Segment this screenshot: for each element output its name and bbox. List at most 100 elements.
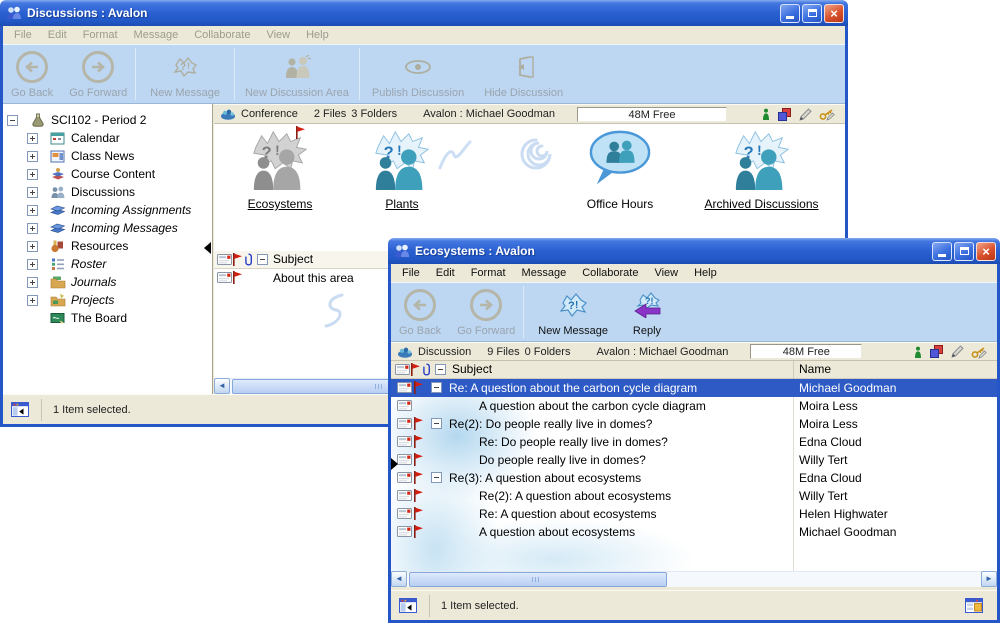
table-row[interactable]: Re(3): A question about ecosystems Edna … — [391, 469, 997, 487]
go-forward-button[interactable]: Go Forward — [449, 283, 523, 341]
presence-icon[interactable] — [913, 346, 923, 358]
inbox-books-icon — [50, 203, 66, 217]
expand-plus-box[interactable] — [27, 133, 38, 144]
expand-plus-box[interactable] — [27, 169, 38, 180]
expand-plus-box[interactable] — [27, 205, 38, 216]
minimize-icon — [938, 254, 946, 257]
scroll-track[interactable] — [407, 571, 981, 587]
go-back-button[interactable]: Go Back — [391, 283, 449, 341]
table-row[interactable]: Do people really live in domes? Willy Te… — [391, 451, 997, 469]
maximize-button[interactable] — [802, 4, 822, 23]
tree-item-resources[interactable]: Resources — [3, 237, 212, 255]
table-row[interactable]: Re: Do people really live in domes? Edna… — [391, 433, 997, 451]
expand-plus-box[interactable] — [27, 259, 38, 270]
grid-view-icon[interactable] — [965, 598, 983, 613]
table-row[interactable]: Re(2): Do people really live in domes? M… — [391, 415, 997, 433]
titlebar[interactable]: Discussions : Avalon × — [0, 0, 848, 26]
presence-icon[interactable] — [761, 108, 771, 120]
table-row[interactable]: A question about ecosystems Michael Good… — [391, 523, 997, 541]
hide-discussion-button[interactable]: Hide Discussion — [476, 45, 571, 103]
scroll-left-button[interactable]: ◄ — [391, 571, 407, 587]
pencil-icon[interactable] — [950, 345, 964, 358]
layers-icon[interactable] — [930, 345, 943, 358]
tree-item-the-board[interactable]: The Board — [3, 309, 212, 327]
new-message-button[interactable]: ?! New Message — [524, 283, 622, 341]
conference-item-ecosystems[interactable]: ?! Ecosystems — [232, 128, 328, 213]
menu-format[interactable]: Format — [464, 265, 513, 281]
expand-plus-box[interactable] — [27, 295, 38, 306]
status-bar: 1 Item selected. — [391, 590, 997, 620]
menu-edit[interactable]: Edit — [41, 27, 74, 43]
minimize-button[interactable] — [780, 4, 800, 23]
key-pencil-icon[interactable] — [971, 345, 987, 359]
table-row[interactable]: A question about the carbon cycle diagra… — [391, 397, 997, 415]
menu-view[interactable]: View — [647, 265, 685, 281]
collapse-minus-box[interactable] — [257, 254, 268, 265]
collapse-minus-box[interactable] — [7, 115, 18, 126]
expand-plus-box[interactable] — [27, 151, 38, 162]
publish-discussion-button[interactable]: Publish Discussion — [360, 45, 476, 103]
menu-help[interactable]: Help — [299, 27, 336, 43]
menu-collaborate[interactable]: Collaborate — [575, 265, 645, 281]
expand-plus-box[interactable] — [27, 187, 38, 198]
close-button[interactable]: × — [824, 4, 844, 23]
tree-item-roster[interactable]: Roster — [3, 255, 212, 273]
menu-format[interactable]: Format — [76, 27, 125, 43]
tree-item-journals[interactable]: Journals — [3, 273, 212, 291]
table-row[interactable]: Re: A question about the carbon cycle di… — [391, 379, 997, 397]
horizontal-scrollbar[interactable]: ◄ ► — [391, 571, 997, 587]
pencil-icon[interactable] — [798, 108, 812, 121]
tree-item-projects[interactable]: Projects — [3, 291, 212, 309]
layers-icon[interactable] — [778, 108, 791, 121]
split-view-icon[interactable] — [399, 598, 417, 613]
conference-item-office-hours[interactable]: Office Hours — [564, 128, 676, 213]
tree-item-class-news[interactable]: Class News — [3, 147, 212, 165]
column-divider[interactable] — [793, 361, 794, 378]
item-label: Plants — [385, 197, 418, 211]
titlebar[interactable]: Ecosystems : Avalon × — [388, 238, 1000, 264]
new-discussion-area-button[interactable]: New Discussion Area — [235, 45, 359, 103]
new-message-button[interactable]: ?! New Message — [136, 45, 234, 103]
scroll-right-button[interactable]: ► — [981, 571, 997, 587]
tree-item-incoming-messages[interactable]: Incoming Messages — [3, 219, 212, 237]
go-forward-button[interactable]: Go Forward — [61, 45, 135, 103]
split-view-icon[interactable] — [11, 402, 29, 417]
key-pencil-icon[interactable] — [819, 107, 835, 121]
tree-root-sci102[interactable]: SCI102 - Period 2 — [3, 111, 212, 129]
maximize-button[interactable] — [954, 242, 974, 261]
free-space: 48M Free — [577, 107, 727, 122]
table-row[interactable]: Re: A question about ecosystems Helen Hi… — [391, 505, 997, 523]
reply-button[interactable]: ?! Reply — [622, 283, 672, 341]
go-back-button[interactable]: Go Back — [3, 45, 61, 103]
tree-item-calendar[interactable]: Calendar — [3, 129, 212, 147]
menu-file[interactable]: File — [395, 265, 427, 281]
menu-view[interactable]: View — [259, 27, 297, 43]
collapse-minus-box[interactable] — [435, 364, 446, 375]
menu-message[interactable]: Message — [127, 27, 186, 43]
expand-plus-box[interactable] — [27, 223, 38, 234]
menu-help[interactable]: Help — [687, 265, 724, 281]
tree-item-discussions[interactable]: Discussions — [3, 183, 212, 201]
conference-item-archived-discussions[interactable]: ?! Archived Discussions — [679, 128, 844, 213]
close-button[interactable]: × — [976, 242, 996, 261]
discussion-icon — [397, 346, 413, 358]
table-row[interactable]: Re(2): A question about ecosystems Willy… — [391, 487, 997, 505]
minimize-button[interactable] — [932, 242, 952, 261]
expand-plus-box[interactable] — [27, 241, 38, 252]
tree-item-course-content[interactable]: Course Content — [3, 165, 212, 183]
table-header[interactable]: Subject Name — [391, 361, 997, 379]
thread-collapse-box[interactable] — [431, 382, 442, 393]
scroll-thumb[interactable] — [409, 572, 667, 587]
pane-collapse-arrow[interactable] — [204, 242, 211, 254]
menu-file[interactable]: File — [7, 27, 39, 43]
tree-item-incoming-assignments[interactable]: Incoming Assignments — [3, 201, 212, 219]
expand-plus-box[interactable] — [27, 277, 38, 288]
scroll-left-button[interactable]: ◄ — [214, 378, 230, 394]
conference-item-plants[interactable]: ?! Plants — [354, 128, 450, 213]
unread-flag-icon — [296, 126, 305, 139]
menu-edit[interactable]: Edit — [429, 265, 462, 281]
thread-collapse-box[interactable] — [431, 472, 442, 483]
menu-message[interactable]: Message — [515, 265, 574, 281]
menu-collaborate[interactable]: Collaborate — [187, 27, 257, 43]
thread-collapse-box[interactable] — [431, 418, 442, 429]
